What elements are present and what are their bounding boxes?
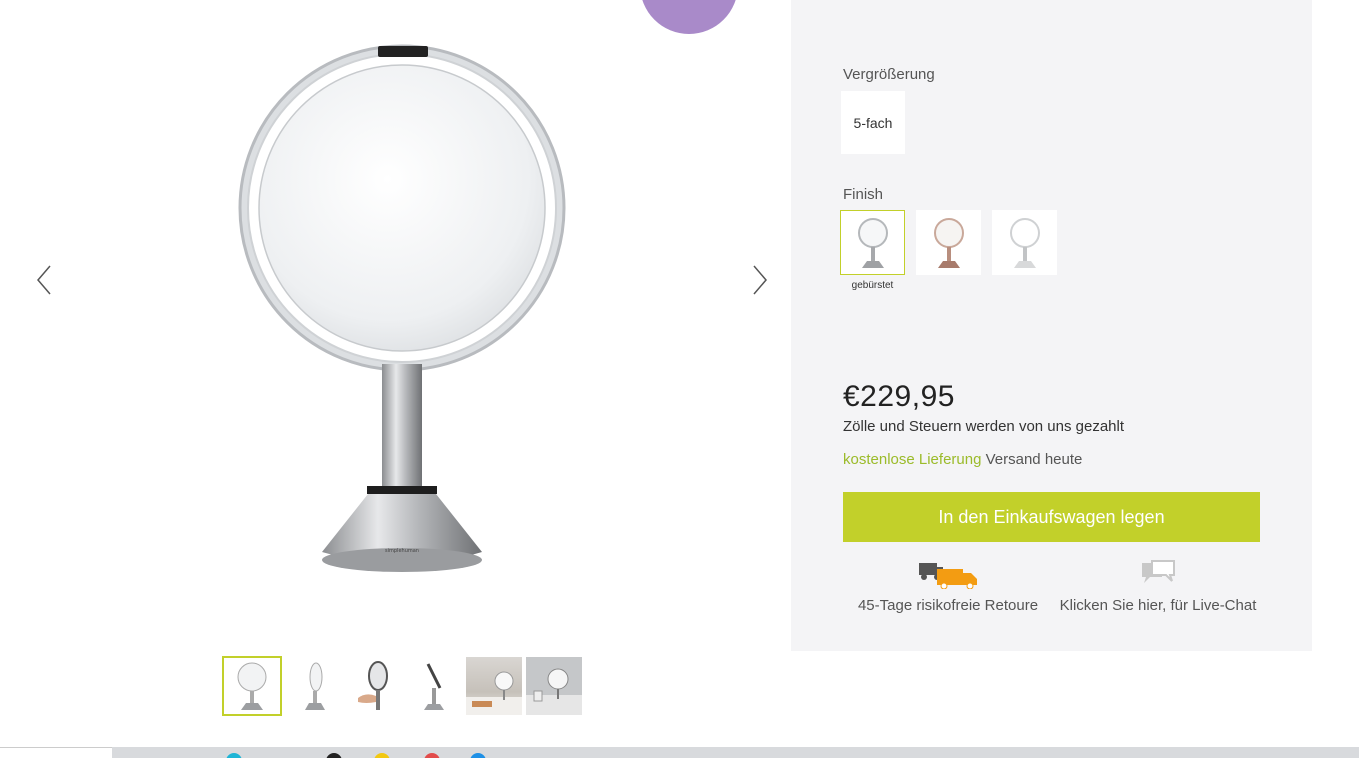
thumbnail-lifestyle-1[interactable]: [466, 657, 522, 715]
thumbnail-front[interactable]: [222, 656, 282, 716]
magnification-option-5x[interactable]: 5-fach: [841, 91, 905, 154]
taskbar-app-icon[interactable]: [226, 753, 242, 758]
product-price: €229,95: [843, 380, 955, 413]
product-main-image: simplehuman: [210, 36, 590, 586]
thumbnail-strip: [222, 656, 582, 717]
live-chat-text: Klicken Sie hier, für Live-Chat: [1059, 597, 1257, 614]
returns-text: 45-Tage risikofreie Retoure: [857, 597, 1039, 614]
shipping-info: kostenlose Lieferung Versand heute: [843, 451, 1082, 468]
taskbar-search-area[interactable]: [0, 747, 112, 758]
ships-today-text: Versand heute: [985, 451, 1083, 468]
taskbar-app-icon[interactable]: [424, 753, 440, 758]
duty-note: Zölle und Steuern werden von uns gezahlt: [843, 418, 1125, 435]
finish-option-brushed[interactable]: [840, 210, 905, 275]
chevron-right-icon[interactable]: [744, 262, 774, 298]
finish-selected-caption: gebürstet: [851, 280, 894, 291]
thumbnail-profile[interactable]: [406, 657, 462, 715]
taskbar-app-icon[interactable]: [326, 753, 342, 758]
chat-bubble-icon: [1142, 560, 1175, 583]
thumbnail-side[interactable]: [286, 657, 342, 715]
thumbnail-lifestyle-2[interactable]: [526, 657, 582, 715]
finish-label: Finish: [843, 186, 884, 203]
magnification-label: Vergrößerung: [843, 66, 935, 83]
thumbnail-hand[interactable]: [346, 657, 402, 715]
os-taskbar: [0, 747, 1359, 758]
product-gallery: simplehuman: [0, 0, 790, 745]
returns-perk[interactable]: 45-Tage risikofreie Retoure: [853, 555, 1043, 614]
finish-options: [840, 210, 1057, 275]
finish-option-rose-gold[interactable]: [916, 210, 981, 275]
chevron-left-icon[interactable]: [30, 262, 60, 298]
delivery-truck-icon: [919, 563, 977, 589]
add-to-cart-button[interactable]: In den Einkaufswagen legen: [843, 492, 1260, 542]
product-options-panel: Vergrößerung 5-fach Finish gebürstet €22…: [791, 0, 1312, 651]
free-shipping-text: kostenlose Lieferung: [843, 451, 982, 468]
product-logo: simplehuman: [385, 548, 419, 554]
live-chat-perk[interactable]: Klicken Sie hier, für Live-Chat: [1053, 555, 1263, 614]
taskbar-app-icon[interactable]: [374, 753, 390, 758]
finish-option-white[interactable]: [992, 210, 1057, 275]
taskbar-app-icon[interactable]: [470, 753, 486, 758]
